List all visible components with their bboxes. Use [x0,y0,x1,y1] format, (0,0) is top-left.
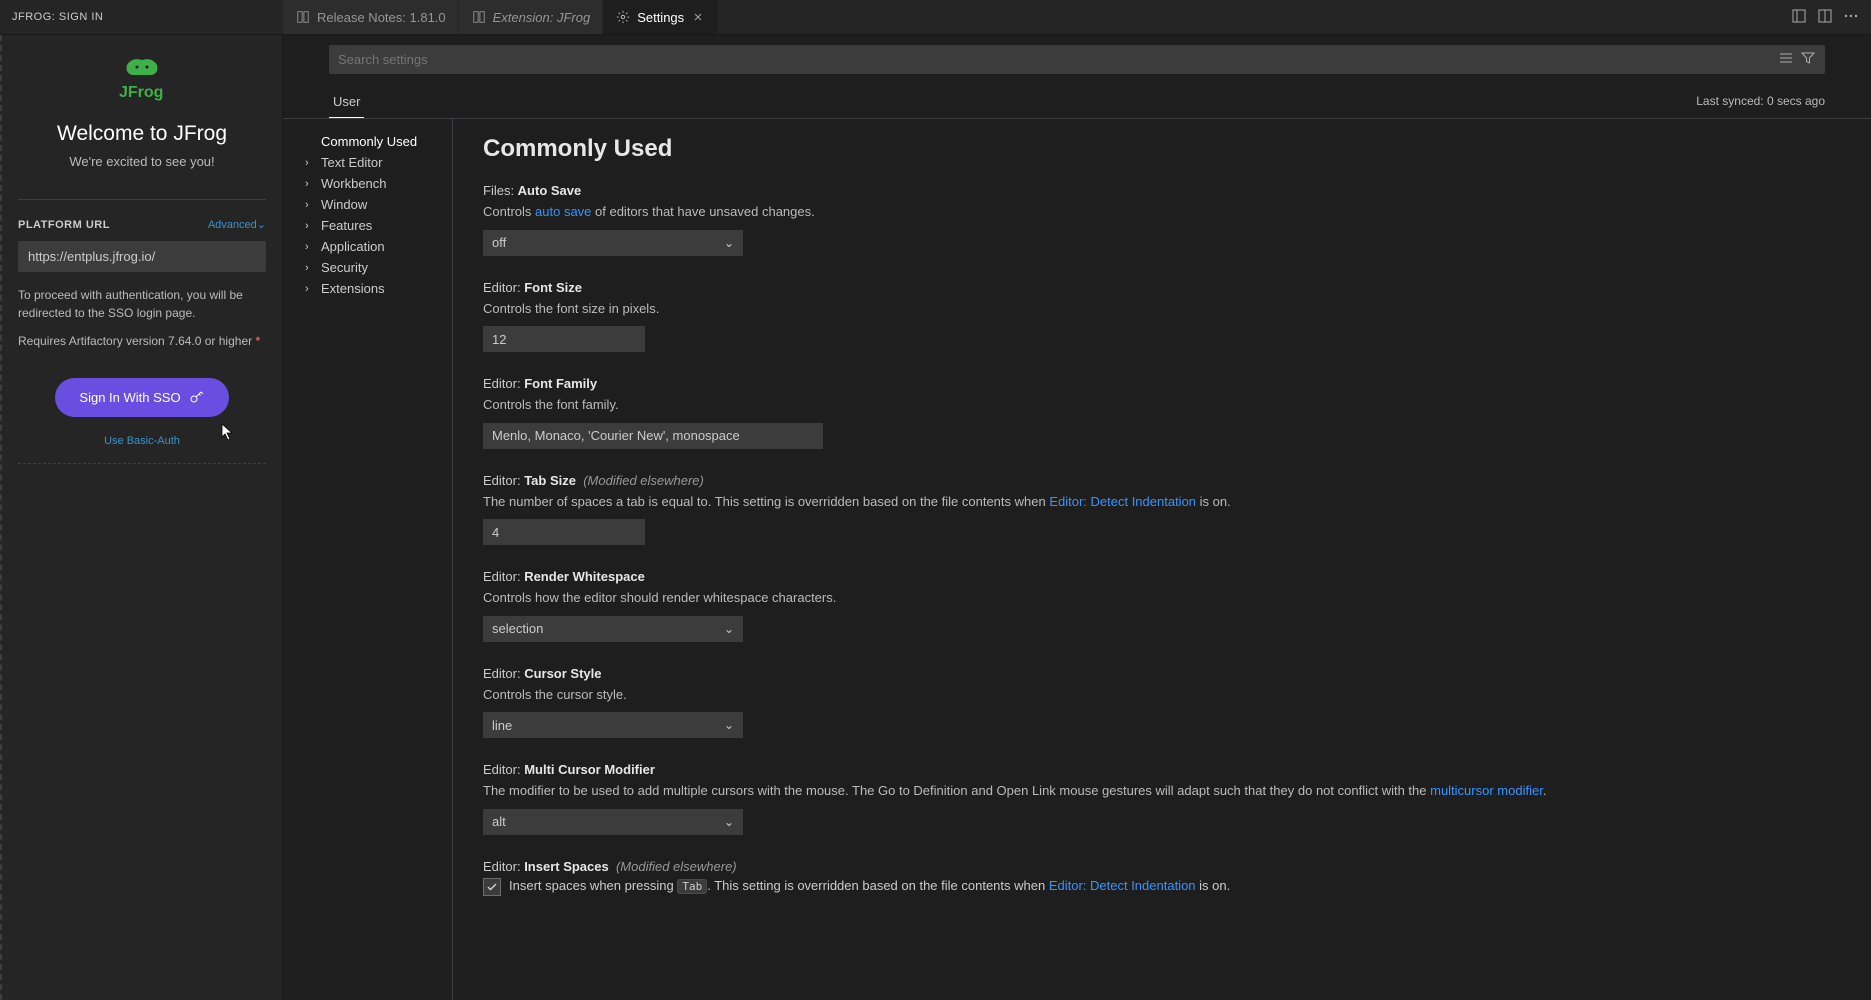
link-auto-save[interactable]: auto save [535,204,591,219]
close-icon[interactable] [690,9,706,25]
editor-tabs: Release Notes: 1.81.0 Extension: JFrog S… [283,0,719,34]
chevron-right-icon: › [305,283,317,295]
input-tab-size[interactable] [483,519,645,545]
sso-info-text: To proceed with authentication, you will… [18,286,266,322]
chevron-right-icon: › [305,157,317,169]
chevron-down-icon: ⌄ [724,236,734,250]
tab-actions [1791,8,1871,27]
checkbox-insert-spaces[interactable] [483,878,501,896]
tree-item-workbench[interactable]: › Workbench [305,173,442,194]
select-auto-save[interactable]: off ⌄ [483,230,743,256]
tree-item-security[interactable]: › Security [305,257,442,278]
setting-auto-save: Files: Auto Save Controls auto save of e… [483,183,1831,256]
welcome-subtitle: We're excited to see you! [18,154,266,169]
search-input[interactable] [338,52,1778,67]
tab-label: Extension: JFrog [493,10,591,25]
clear-search-icon[interactable] [1778,50,1794,69]
platform-url-input[interactable] [18,241,266,272]
tree-item-extensions[interactable]: › Extensions [305,278,442,299]
jfrog-sidebar: JFrog Welcome to JFrog We're excited to … [0,35,283,1000]
setting-tab-size: Editor: Tab Size (Modified elsewhere) Th… [483,473,1831,546]
sidebar-title: JFROG: SIGN IN [0,11,283,23]
settings-tree: Commonly Used › Text Editor › Workbench … [283,119,453,1000]
platform-url-label: PLATFORM URL [18,219,110,231]
setting-cursor-style: Editor: Cursor Style Controls the cursor… [483,666,1831,739]
kbd-tab: Tab [677,879,707,894]
select-multi-cursor-modifier[interactable]: alt ⌄ [483,809,743,835]
version-requirement-text: Requires Artifactory version 7.64.0 or h… [18,332,266,350]
tab-bar: JFROG: SIGN IN Release Notes: 1.81.0 Ext… [0,0,1871,35]
divider [18,199,266,200]
chevron-right-icon: › [305,262,317,274]
setting-insert-spaces: Editor: Insert Spaces (Modified elsewher… [483,859,1831,896]
link-multicursor-modifier[interactable]: multicursor modifier [1430,783,1543,798]
chevron-down-icon: ⌄ [724,718,734,732]
setting-render-whitespace: Editor: Render Whitespace Controls how t… [483,569,1831,642]
settings-scope-user[interactable]: User [329,86,364,118]
tab-extension-jfrog[interactable]: Extension: JFrog [459,0,604,34]
tree-item-text-editor[interactable]: › Text Editor [305,152,442,173]
sync-status: Last synced: 0 secs ago [1696,86,1825,118]
chevron-right-icon: › [305,220,317,232]
split-editor-icon[interactable] [1817,8,1833,27]
chevron-down-icon: ⌄ [724,815,734,829]
jfrog-logo: JFrog [18,55,266,106]
link-detect-indentation[interactable]: Editor: Detect Indentation [1049,494,1196,509]
chevron-down-icon: ⌄ [257,219,266,231]
input-font-family[interactable] [483,423,823,449]
settings-header: User Last synced: 0 secs ago [283,82,1871,119]
filter-icon[interactable] [1800,50,1816,69]
button-label: Sign In With SSO [79,390,180,405]
section-title: Commonly Used [483,135,1831,163]
divider [18,463,266,464]
chevron-down-icon: ⌄ [724,622,734,636]
open-changes-icon[interactable] [1791,8,1807,27]
setting-font-family: Editor: Font Family Controls the font fa… [483,376,1831,449]
welcome-title: Welcome to JFrog [18,122,266,146]
sign-in-sso-button[interactable]: Sign In With SSO [55,378,228,417]
select-render-whitespace[interactable]: selection ⌄ [483,616,743,642]
select-cursor-style[interactable]: line ⌄ [483,712,743,738]
chevron-right-icon: › [305,199,317,211]
chevron-right-icon: › [305,178,317,190]
svg-text:JFrog: JFrog [119,84,163,101]
key-icon [189,388,205,407]
settings-editor: User Last synced: 0 secs ago Commonly Us… [283,35,1871,1000]
setting-multi-cursor-modifier: Editor: Multi Cursor Modifier The modifi… [483,762,1831,835]
cursor-icon [221,423,235,446]
input-font-size[interactable] [483,326,645,352]
tab-label: Release Notes: 1.81.0 [317,10,446,25]
advanced-link[interactable]: Advanced⌄ [208,218,266,231]
tree-item-window[interactable]: › Window [305,194,442,215]
tab-label: Settings [637,10,684,25]
preview-icon [295,9,311,25]
tree-item-application[interactable]: › Application [305,236,442,257]
settings-content: Commonly Used Files: Auto Save Controls … [453,119,1871,1000]
tree-item-features[interactable]: › Features [305,215,442,236]
gear-icon [615,9,631,25]
link-detect-indentation[interactable]: Editor: Detect Indentation [1049,878,1196,893]
required-star-icon: * [255,334,260,348]
tab-release-notes[interactable]: Release Notes: 1.81.0 [283,0,459,34]
setting-font-size: Editor: Font Size Controls the font size… [483,280,1831,353]
settings-search[interactable] [329,45,1825,74]
tab-settings[interactable]: Settings [603,0,719,34]
tree-item-commonly-used[interactable]: Commonly Used [305,131,442,152]
more-actions-icon[interactable] [1843,8,1859,27]
preview-icon [471,9,487,25]
chevron-right-icon: › [305,241,317,253]
